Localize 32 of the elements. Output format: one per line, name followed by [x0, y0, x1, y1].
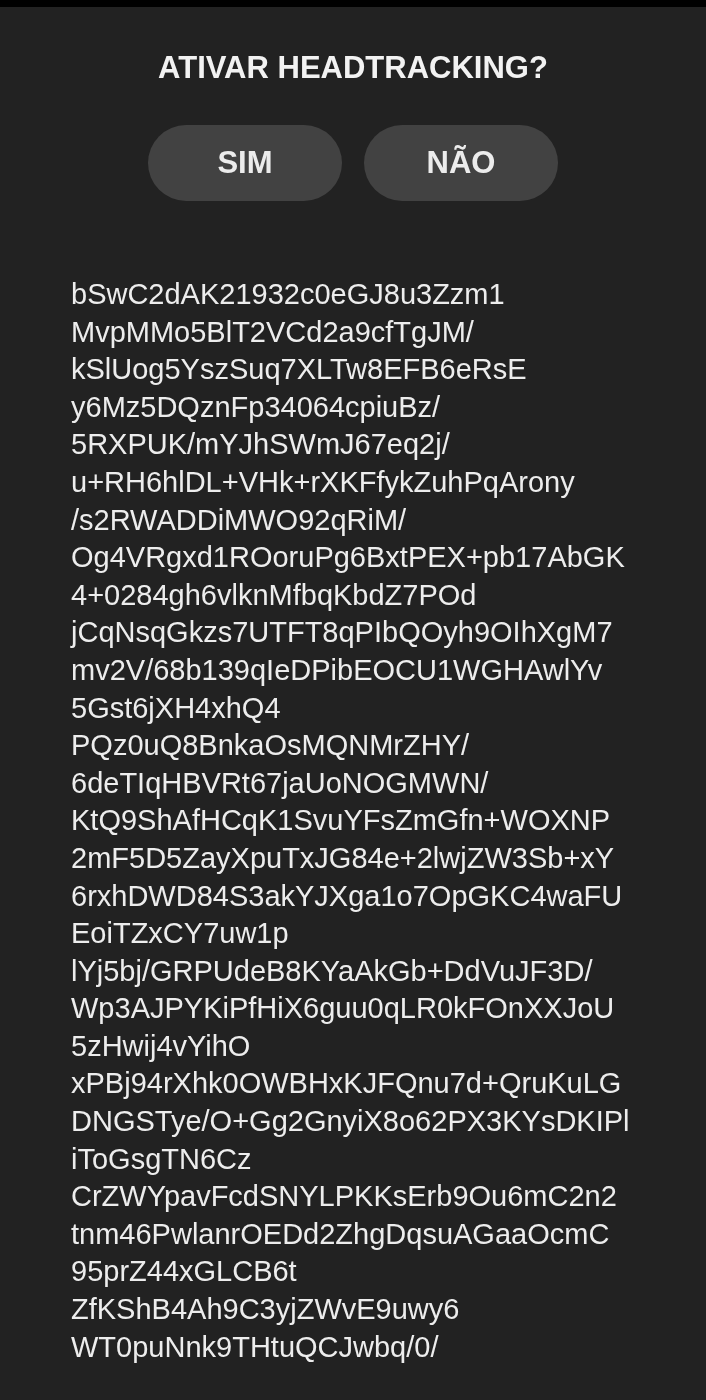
encoded-text-line: CrZWYpavFcdSNYLPKKsErb9Ou6mC2n2: [71, 1179, 617, 1215]
encoded-text-line: xPBj94rXhk0OWBHxKJFQnu7d+QruKuLG: [71, 1066, 622, 1102]
encoded-text-line: mv2V/68b139qIeDPibEOCU1WGHAwlYv: [71, 652, 603, 688]
encoded-text-line: 5zHwij4vYihO: [71, 1028, 251, 1064]
yes-button[interactable]: SIM: [148, 125, 342, 201]
encoded-text-line: iToGsgTN6Cz: [71, 1141, 252, 1177]
encoded-text-line: 4+0284gh6vlknMfbqKbdZ7POd: [71, 577, 477, 613]
no-button[interactable]: NÃO: [364, 125, 558, 201]
encoded-text-line: MvpMMo5BlT2VCd2a9cfTgJM/: [71, 314, 474, 350]
dialog-title: ATIVAR HEADTRACKING?: [158, 50, 548, 86]
encoded-text-line: 5Gst6jXH4xhQ4: [71, 690, 281, 726]
encoded-text-line: lYj5bj/GRPUdeB8KYaAkGb+DdVuJF3D/: [71, 953, 593, 989]
encoded-text-line: u+RH6hlDL+VHk+rXKFfykZuhPqArony: [71, 464, 575, 500]
encoded-text-line: 5RXPUK/mYJhSWmJ67eq2j/: [71, 427, 450, 463]
encoded-text-line: Og4VRgxd1ROoruPg6BxtPEX+pb17AbGK: [71, 540, 625, 576]
encoded-text-line: bSwC2dAK21932c0eGJ8u3Zzm1: [71, 277, 505, 312]
encoded-text-line: EoiTZxCY7uw1p: [71, 916, 289, 952]
encoded-text-line: 6deTIqHBVRt67jaUoNOGMWN/: [71, 765, 489, 801]
encoded-text-line: kSlUog5YszSuq7XLTw8EFB6eRsE: [71, 352, 527, 388]
encoded-text-line: WT0puNnk9THtuQCJwbq/0/: [71, 1329, 439, 1365]
encoded-text-line: KtQ9ShAfHCqK1SvuYFsZmGfn+WOXNP: [71, 803, 611, 839]
encoded-text-line: 95prZ44xGLCB6t: [71, 1254, 297, 1290]
encoded-text-line: 2mF5D5ZayXpuTxJG84e+2lwjZW3Sb+xY: [71, 840, 615, 876]
encoded-text-line: jCqNsqGkzs7UTFT8qPIbQOyh9OIhXgM7: [71, 615, 613, 651]
encoded-text-line: y6Mz5DQznFp34064cpiuBz/: [71, 389, 441, 425]
encoded-text-line: DNGSTye/O+Gg2GnyiX8o62PX3KYsDKIPl: [71, 1104, 630, 1140]
encoded-text-line: PQz0uQ8BnkaOsMQNMrZHY/: [71, 728, 470, 764]
encoded-text-line: 6rxhDWD84S3akYJXga1o7OpGKC4waFU: [71, 878, 623, 914]
encoded-text-line: /s2RWADDiMWO92qRiM/: [71, 502, 407, 538]
encoded-text-line: Wp3AJPYKiPfHiX6guu0qLR0kFOnXXJoU: [71, 991, 615, 1027]
encoded-text-line: tnm46PwlanrOEDd2ZhgDqsuAGaaOcmC: [71, 1216, 610, 1252]
encoded-text-line: ZfKShB4Ah9C3yjZWvE9uwy6: [71, 1292, 460, 1328]
